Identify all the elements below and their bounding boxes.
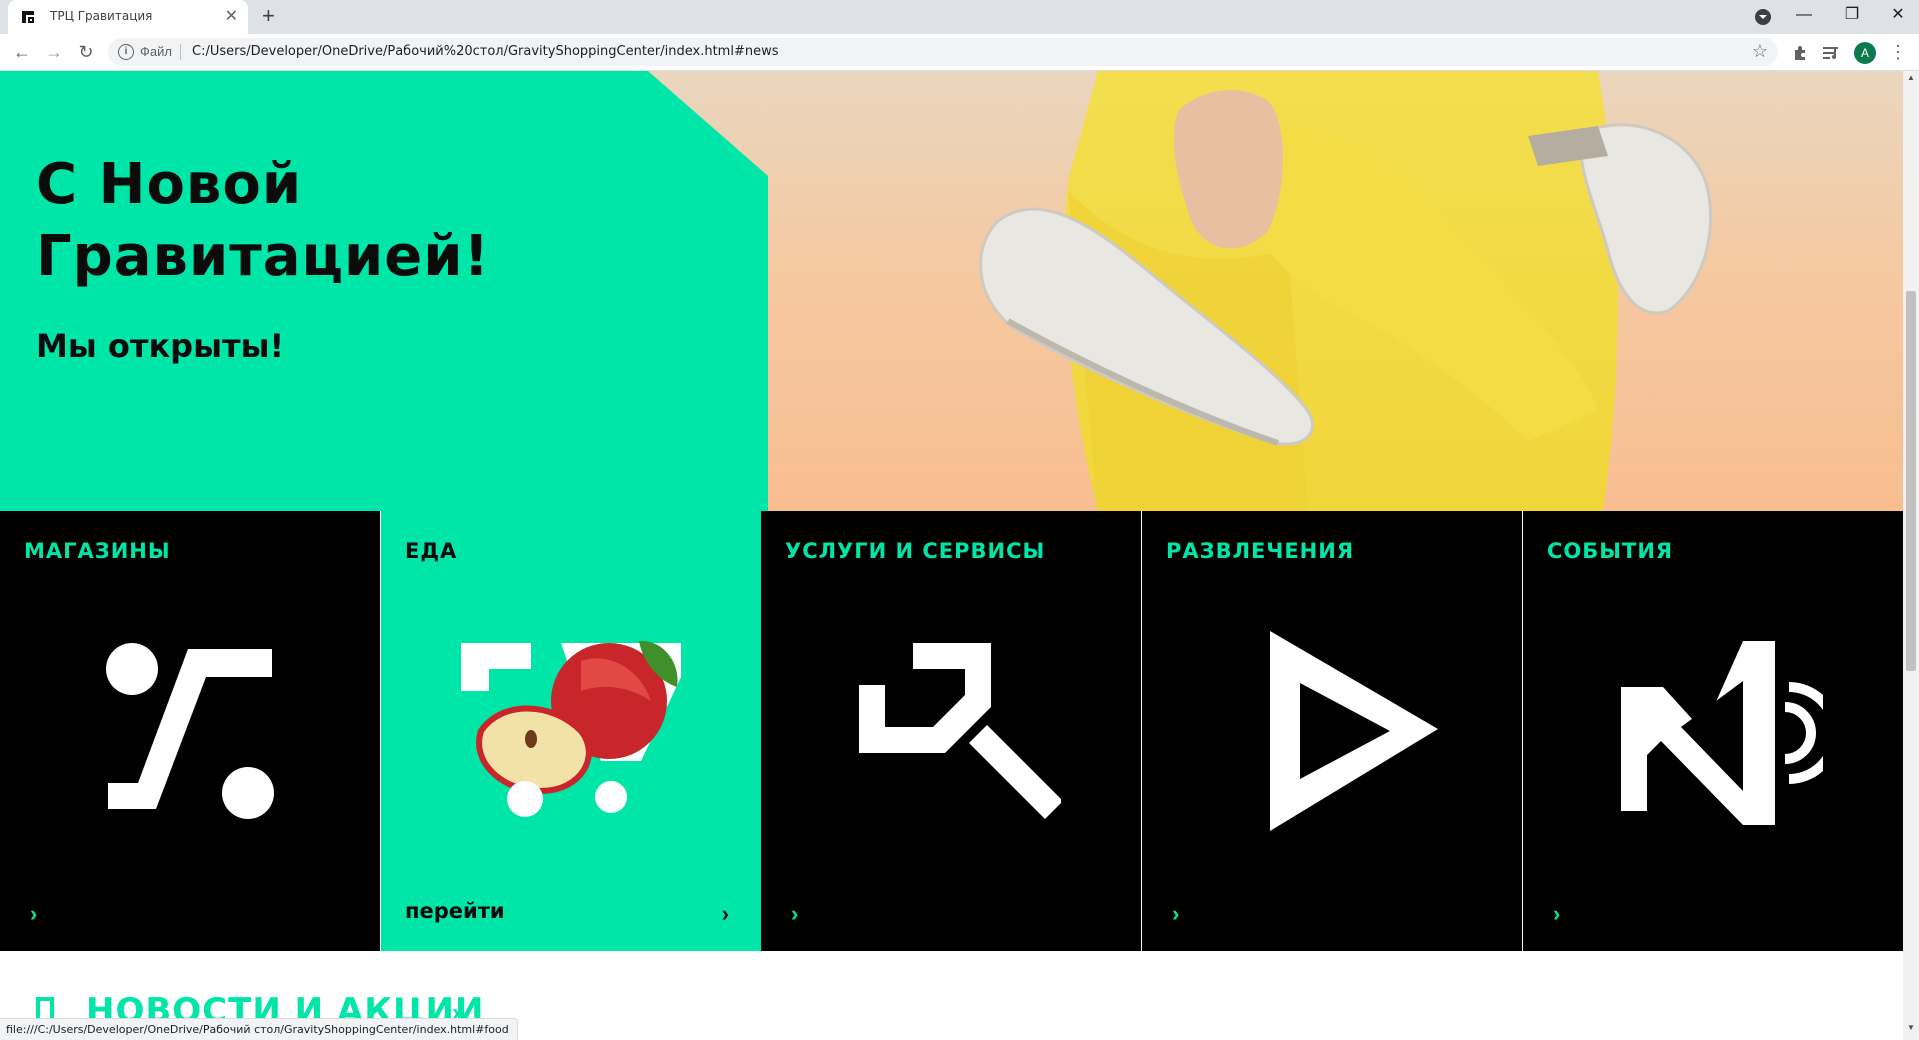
chevron-right-icon[interactable]: › [1553,901,1560,927]
profile-avatar[interactable]: A [1854,42,1876,64]
percent-icon [106,643,274,819]
extensions-icon[interactable] [1792,44,1810,62]
chevron-right-icon[interactable]: › [1172,901,1179,927]
category-title: СОБЫТИЯ [1547,539,1674,563]
browser-toolbar: ← → ↻ i Файл C:/Users/Developer/OneDrive… [0,34,1919,71]
minimize-icon[interactable]: — [1784,3,1824,27]
chevron-right-icon[interactable]: › [722,901,729,927]
reload-icon[interactable]: ↻ [74,41,98,63]
hero-photo-sneakers [979,71,1713,511]
category-grid: МАГАЗИНЫ › ЕДА перейти › УСЛУГИ И СЕРВИС… [0,511,1903,951]
category-title: МАГАЗИНЫ [24,539,171,563]
close-tab-icon[interactable]: ✕ [225,7,238,27]
url-text[interactable]: C:/Users/Developer/OneDrive/Рабочий%20ст… [192,44,779,59]
tab-strip: ТРЦ Гравитация ✕ + — ❐ ✕ [0,0,1919,34]
hero-banner: С Новой Гравитацией! Мы открыты! [0,71,1903,511]
back-icon[interactable]: ← [10,41,34,63]
browser-tab[interactable]: ТРЦ Гравитация ✕ [8,0,248,34]
bookmark-star-icon[interactable]: ☆ [1752,41,1768,62]
menu-kebab-icon[interactable]: ⋮ [1886,41,1910,63]
category-entertainment[interactable]: РАЗВЛЕЧЕНИЯ › [1142,511,1522,951]
category-title: УСЛУГИ И СЕРВИСЫ [785,539,1046,563]
status-bar-url: file:///C:/Users/Developer/OneDrive/Рабо… [0,1018,518,1040]
megaphone-icon [1621,641,1823,825]
site-favicon-icon [22,11,34,23]
page-scrollbar[interactable]: ▲ ▼ [1903,71,1919,1040]
chevron-right-icon[interactable]: › [30,901,37,927]
category-services[interactable]: УСЛУГИ И СЕРВИСЫ › [761,511,1141,951]
tab-title: ТРЦ Гравитация [50,9,153,23]
scroll-down-icon[interactable]: ▼ [1907,1023,1915,1032]
cart-apple-icon [461,640,681,817]
play-icon [1270,631,1438,831]
category-events[interactable]: СОБЫТИЯ › [1523,511,1903,951]
scroll-up-icon[interactable]: ▲ [1907,73,1915,82]
window-close-icon[interactable]: ✕ [1878,3,1918,27]
scheme-label: Файл [140,44,172,59]
tab-search-icon[interactable] [1754,8,1772,26]
category-title: РАЗВЛЕЧЕНИЯ [1166,539,1354,563]
hero-subtitle: Мы открыты! [36,327,285,365]
category-food[interactable]: ЕДА перейти › [381,511,761,951]
divider [180,44,181,60]
scroll-thumb[interactable] [1906,291,1916,671]
hero-title: С Новой Гравитацией! [36,152,490,289]
chevron-right-icon[interactable]: › [791,901,798,927]
address-bar[interactable]: i Файл C:/Users/Developer/OneDrive/Рабоч… [108,38,1778,66]
category-shops[interactable]: МАГАЗИНЫ › [0,511,380,951]
new-tab-icon[interactable]: + [262,4,275,28]
page-viewport: С Новой Гравитацией! Мы открыты! МАГАЗИН… [0,71,1903,1040]
info-icon[interactable]: i [118,44,134,60]
restore-icon[interactable]: ❐ [1832,3,1872,27]
forward-icon[interactable]: → [42,41,66,63]
go-link[interactable]: перейти [405,899,505,923]
media-control-icon[interactable] [1822,45,1840,61]
hammer-icon [859,643,1061,819]
category-title: ЕДА [405,539,458,563]
